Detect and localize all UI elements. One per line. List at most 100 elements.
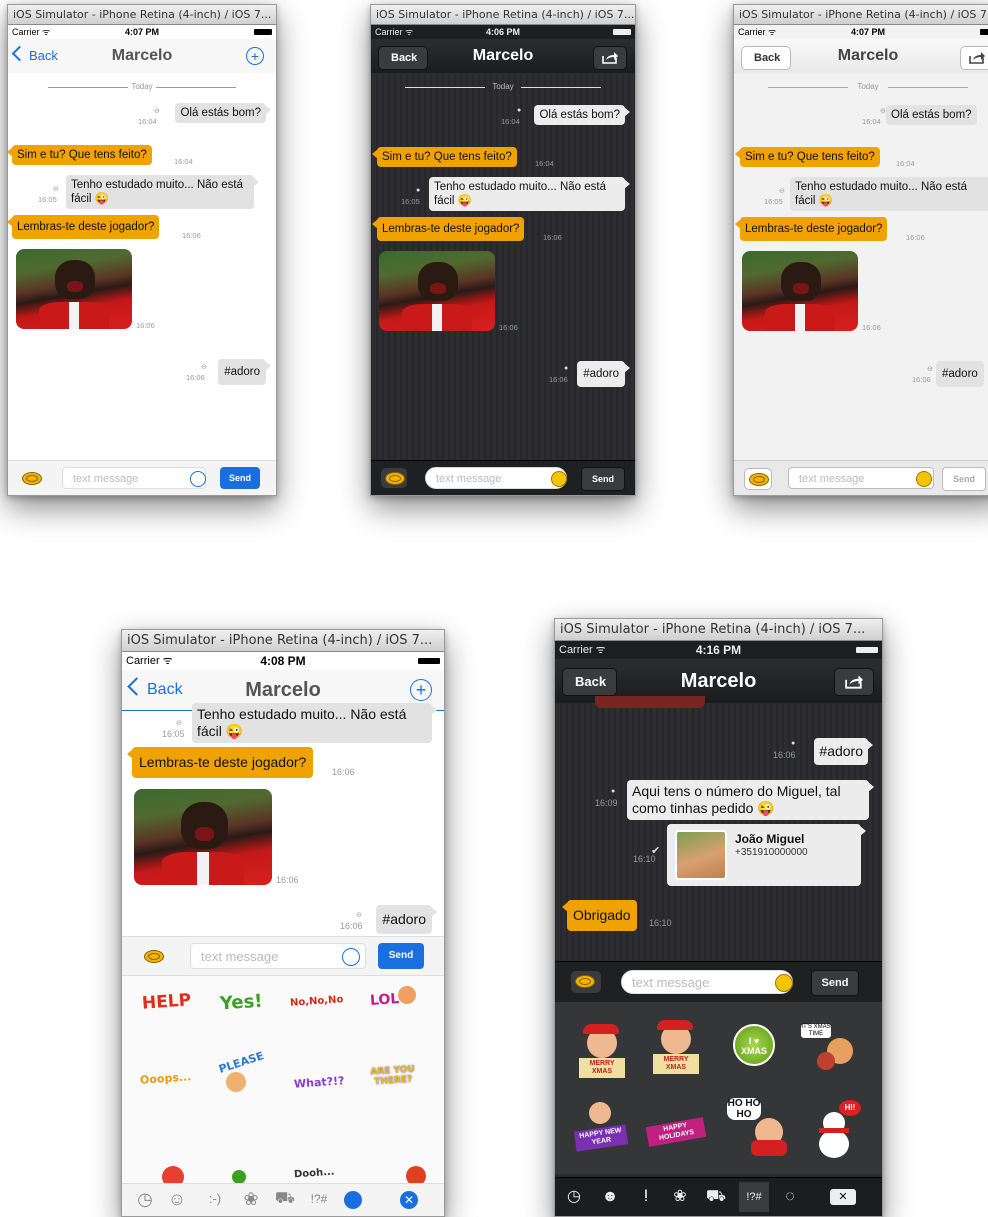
message-input[interactable]: text message: [62, 467, 206, 489]
sticker-icon[interactable]: [338, 1184, 368, 1214]
page-title: Marcelo: [837, 47, 899, 64]
sticker-ooops[interactable]: Ooops...: [140, 1070, 192, 1087]
car-icon[interactable]: ⛟: [270, 1184, 300, 1214]
sticker-xmas-time[interactable]: IT'S XMAS TIME: [801, 1020, 861, 1074]
delete-icon[interactable]: ✕: [823, 1182, 863, 1212]
status-time: 4:08 PM: [260, 654, 306, 668]
simulator-window-5: iOS Simulator - iPhone Retina (4-inch) /…: [554, 618, 883, 1217]
timestamp: 16:04: [501, 117, 520, 126]
sticker-what[interactable]: What?!?: [294, 1074, 345, 1090]
smiley-icon[interactable]: ☺: [162, 1184, 192, 1214]
attach-icon[interactable]: [381, 468, 407, 488]
seen-icon: ⊖: [154, 108, 160, 115]
delete-icon[interactable]: ✕: [394, 1184, 424, 1214]
sticker-yes[interactable]: Yes!: [219, 991, 263, 1015]
clock-icon[interactable]: ◷: [559, 1182, 589, 1212]
outgoing-message: Tenho estudado muito... Não está fácil 😜: [429, 177, 630, 211]
input-bar: text message Send: [734, 460, 988, 495]
photo-message[interactable]: [379, 251, 495, 331]
simulator-window-4: iOS Simulator - iPhone Retina (4-inch) /…: [121, 629, 445, 1217]
attach-icon[interactable]: [744, 468, 772, 490]
message-input[interactable]: text message: [788, 467, 934, 489]
scrolled-photo: [595, 696, 705, 708]
sticker-help[interactable]: HELP: [141, 990, 191, 1013]
battery-icon: [418, 658, 440, 664]
status-bar: Carrier ᯤ 4:07 PM: [734, 25, 988, 39]
share-button[interactable]: [960, 46, 988, 70]
sticker-santa-1[interactable]: MERRY XMAS: [579, 1024, 625, 1082]
timestamp: 16:06: [906, 233, 925, 242]
smiley-icon[interactable]: [190, 471, 206, 487]
sticker-ho-ho-ho[interactable]: HO HO HO: [727, 1098, 789, 1158]
timestamp: 16:04: [138, 117, 157, 126]
smiley-icon[interactable]: [551, 471, 567, 487]
sticker-icon[interactable]: ◌: [775, 1182, 805, 1212]
smiley-icon[interactable]: ☻: [595, 1182, 625, 1212]
sticker-happy-new-year[interactable]: HAPPY NEW YEAR: [573, 1102, 629, 1160]
outgoing-message: #adoro: [376, 905, 437, 934]
seen-icon: ⊖: [927, 366, 933, 373]
symbols-tab[interactable]: !?#: [304, 1184, 334, 1214]
timestamp: 16:05: [162, 729, 185, 739]
simulator-window-3: iOS Simulator - iPhone Retina (4-inch) /…: [733, 4, 988, 496]
sticker-are-you-there[interactable]: ARE YOU THERE?: [367, 1064, 418, 1087]
timestamp: 16:06: [182, 231, 201, 240]
car-icon[interactable]: ⛟: [701, 1182, 731, 1212]
status-time: 4:16 PM: [695, 643, 742, 657]
flower-icon[interactable]: ❀: [665, 1182, 695, 1212]
battery-icon: [254, 29, 272, 35]
incoming-message: Lembras-te deste jogador?: [8, 215, 160, 239]
send-button[interactable]: Send: [811, 970, 859, 996]
add-icon[interactable]: +: [410, 679, 432, 701]
share-button[interactable]: [834, 668, 874, 696]
sticker-no-no-no[interactable]: No,No,No: [290, 994, 344, 1009]
seen-icon: ●: [416, 187, 421, 194]
send-button[interactable]: Send: [942, 467, 986, 491]
phone-screen: Carrier ᯤ 4:07 PM Back Marcelo Today ⊖ 1…: [734, 25, 988, 495]
sticker-santa-2[interactable]: MERRY XMAS: [653, 1020, 699, 1078]
sticker-dooh[interactable]: Dooh...: [294, 1167, 335, 1181]
timestamp: 16:04: [862, 117, 881, 126]
message-input[interactable]: text message: [425, 467, 567, 489]
add-icon[interactable]: +: [246, 47, 264, 65]
clock-icon[interactable]: ◷: [130, 1184, 160, 1214]
contact-card[interactable]: João Miguel +351910000000: [667, 824, 866, 886]
smiley-icon[interactable]: [916, 471, 932, 487]
status-time: 4:07 PM: [850, 27, 885, 37]
phone-screen: Carrier ᯤ 4:08 PM Back Marcelo + ⊖ 16:05…: [122, 652, 444, 1216]
attach-icon[interactable]: [571, 971, 601, 993]
attach-icon[interactable]: [18, 468, 44, 488]
chat-area: ● 16:06 #adoro ● 16:09 Aqui tens o númer…: [555, 696, 882, 960]
message-input[interactable]: text message: [621, 970, 793, 994]
smiley-icon[interactable]: [775, 974, 793, 992]
phone-screen: Carrier ᯤ 4:07 PM Back Marcelo + Today ⊖…: [8, 25, 276, 495]
sticker-lol[interactable]: LOL: [369, 991, 399, 1009]
sticker-please[interactable]: PLEASE: [217, 1049, 265, 1076]
message-input[interactable]: text message: [190, 943, 366, 969]
attach-icon[interactable]: [140, 946, 166, 966]
send-button[interactable]: Send: [378, 943, 424, 969]
smiley-icon[interactable]: [342, 948, 360, 966]
send-button[interactable]: Send: [581, 467, 625, 491]
sticker-happy-holidays[interactable]: HAPPY HOLIDAYS: [645, 1114, 707, 1148]
sticker-i-love-xmas[interactable]: I ♥ XMAS: [733, 1024, 775, 1066]
day-separator: Today: [8, 82, 276, 91]
page-title: Marcelo: [111, 47, 173, 64]
emoticon-tab[interactable]: :-): [200, 1184, 230, 1214]
sticker-snowman-hi[interactable]: HI!: [811, 1100, 863, 1160]
share-button[interactable]: [593, 46, 627, 70]
timestamp: 16:06: [773, 750, 796, 760]
photo-message[interactable]: [742, 251, 858, 331]
winking-icon[interactable]: ⵑ: [631, 1182, 661, 1212]
seen-icon: ●: [564, 365, 569, 372]
timestamp: 16:06: [549, 375, 568, 384]
send-button[interactable]: Send: [220, 467, 260, 489]
photo-message[interactable]: [134, 789, 272, 885]
timestamp: 16:06: [186, 373, 205, 382]
symbols-tab[interactable]: !?#: [739, 1182, 769, 1212]
photo-message[interactable]: [16, 249, 132, 329]
flower-icon[interactable]: ❀: [236, 1184, 266, 1214]
timestamp: 16:10: [633, 854, 656, 864]
nav-bar: Back Marcelo +: [8, 39, 276, 74]
window-title-bar: iOS Simulator - iPhone Retina (4-inch) /…: [555, 619, 882, 641]
